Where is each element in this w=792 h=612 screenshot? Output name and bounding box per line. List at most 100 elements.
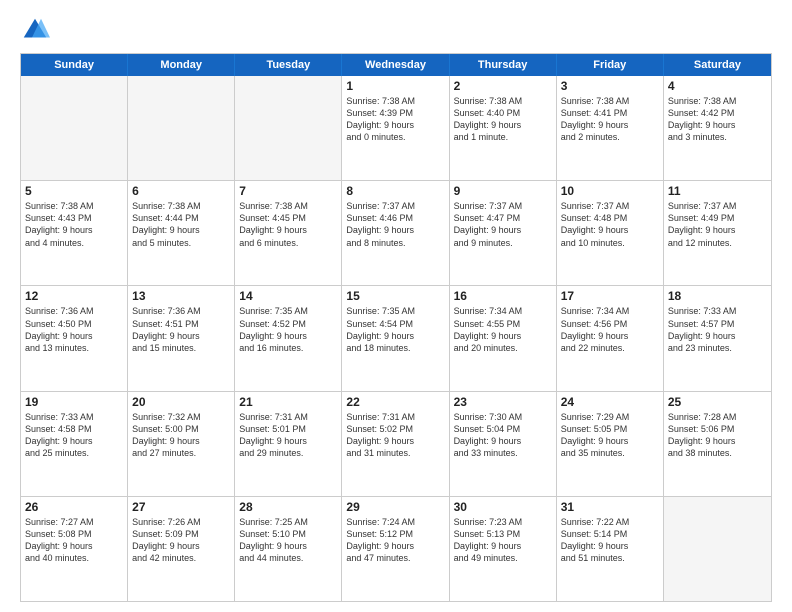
day-number: 21 <box>239 395 337 409</box>
day-info: Sunrise: 7:26 AM Sunset: 5:09 PM Dayligh… <box>132 516 230 565</box>
day-number: 1 <box>346 79 444 93</box>
day-cell-29: 29 Sunrise: 7:24 AM Sunset: 5:12 PM Dayli… <box>342 497 449 601</box>
empty-cell <box>21 76 128 180</box>
day-cell-4: 4 Sunrise: 7:38 AM Sunset: 4:42 PM Daylig… <box>664 76 771 180</box>
day-info: Sunrise: 7:36 AM Sunset: 4:50 PM Dayligh… <box>25 305 123 354</box>
day-cell-8: 8 Sunrise: 7:37 AM Sunset: 4:46 PM Daylig… <box>342 181 449 285</box>
day-info: Sunrise: 7:32 AM Sunset: 5:00 PM Dayligh… <box>132 411 230 460</box>
day-info: Sunrise: 7:35 AM Sunset: 4:54 PM Dayligh… <box>346 305 444 354</box>
day-cell-19: 19 Sunrise: 7:33 AM Sunset: 4:58 PM Dayli… <box>21 392 128 496</box>
day-info: Sunrise: 7:31 AM Sunset: 5:01 PM Dayligh… <box>239 411 337 460</box>
day-cell-2: 2 Sunrise: 7:38 AM Sunset: 4:40 PM Daylig… <box>450 76 557 180</box>
day-cell-7: 7 Sunrise: 7:38 AM Sunset: 4:45 PM Daylig… <box>235 181 342 285</box>
day-cell-16: 16 Sunrise: 7:34 AM Sunset: 4:55 PM Dayli… <box>450 286 557 390</box>
day-info: Sunrise: 7:37 AM Sunset: 4:46 PM Dayligh… <box>346 200 444 249</box>
calendar-row-3: 12 Sunrise: 7:36 AM Sunset: 4:50 PM Dayli… <box>21 285 771 390</box>
calendar: SundayMondayTuesdayWednesdayThursdayFrid… <box>20 53 772 602</box>
day-info: Sunrise: 7:28 AM Sunset: 5:06 PM Dayligh… <box>668 411 767 460</box>
day-number: 28 <box>239 500 337 514</box>
day-info: Sunrise: 7:30 AM Sunset: 5:04 PM Dayligh… <box>454 411 552 460</box>
day-cell-22: 22 Sunrise: 7:31 AM Sunset: 5:02 PM Dayli… <box>342 392 449 496</box>
day-cell-30: 30Sunrise: 7:23 AM Sunset: 5:13 PM Dayli… <box>450 497 557 601</box>
header-day-sunday: Sunday <box>21 54 128 76</box>
empty-cell <box>664 497 771 601</box>
day-info: Sunrise: 7:37 AM Sunset: 4:49 PM Dayligh… <box>668 200 767 249</box>
day-info: Sunrise: 7:34 AM Sunset: 4:56 PM Dayligh… <box>561 305 659 354</box>
day-number: 14 <box>239 289 337 303</box>
day-cell-27: 27 Sunrise: 7:26 AM Sunset: 5:09 PM Dayli… <box>128 497 235 601</box>
day-number: 25 <box>668 395 767 409</box>
day-number: 27 <box>132 500 230 514</box>
day-info: Sunrise: 7:38 AM Sunset: 4:43 PM Dayligh… <box>25 200 123 249</box>
day-info: Sunrise: 7:38 AM Sunset: 4:39 PM Dayligh… <box>346 95 444 144</box>
header-day-wednesday: Wednesday <box>342 54 449 76</box>
calendar-row-1: 1 Sunrise: 7:38 AM Sunset: 4:39 PM Daylig… <box>21 76 771 180</box>
day-number: 3 <box>561 79 659 93</box>
day-cell-3: 3Sunrise: 7:38 AM Sunset: 4:41 PM Daylig… <box>557 76 664 180</box>
day-info: Sunrise: 7:37 AM Sunset: 4:48 PM Dayligh… <box>561 200 659 249</box>
day-number: 19 <box>25 395 123 409</box>
day-number: 23 <box>454 395 552 409</box>
empty-cell <box>128 76 235 180</box>
header-day-friday: Friday <box>557 54 664 76</box>
header-day-thursday: Thursday <box>450 54 557 76</box>
day-info: Sunrise: 7:38 AM Sunset: 4:40 PM Dayligh… <box>454 95 552 144</box>
empty-cell <box>235 76 342 180</box>
day-cell-13: 13 Sunrise: 7:36 AM Sunset: 4:51 PM Dayli… <box>128 286 235 390</box>
day-number: 11 <box>668 184 767 198</box>
header-day-monday: Monday <box>128 54 235 76</box>
day-number: 13 <box>132 289 230 303</box>
day-cell-6: 6 Sunrise: 7:38 AM Sunset: 4:44 PM Daylig… <box>128 181 235 285</box>
day-info: Sunrise: 7:36 AM Sunset: 4:51 PM Dayligh… <box>132 305 230 354</box>
day-number: 6 <box>132 184 230 198</box>
day-number: 12 <box>25 289 123 303</box>
day-info: Sunrise: 7:38 AM Sunset: 4:44 PM Dayligh… <box>132 200 230 249</box>
day-number: 2 <box>454 79 552 93</box>
day-number: 16 <box>454 289 552 303</box>
day-info: Sunrise: 7:33 AM Sunset: 4:58 PM Dayligh… <box>25 411 123 460</box>
day-cell-9: 9Sunrise: 7:37 AM Sunset: 4:47 PM Daylig… <box>450 181 557 285</box>
day-number: 15 <box>346 289 444 303</box>
day-info: Sunrise: 7:38 AM Sunset: 4:42 PM Dayligh… <box>668 95 767 144</box>
day-number: 22 <box>346 395 444 409</box>
day-cell-31: 31 Sunrise: 7:22 AM Sunset: 5:14 PM Dayli… <box>557 497 664 601</box>
day-info: Sunrise: 7:31 AM Sunset: 5:02 PM Dayligh… <box>346 411 444 460</box>
day-info: Sunrise: 7:29 AM Sunset: 5:05 PM Dayligh… <box>561 411 659 460</box>
day-number: 7 <box>239 184 337 198</box>
day-number: 5 <box>25 184 123 198</box>
header-day-tuesday: Tuesday <box>235 54 342 76</box>
day-cell-14: 14Sunrise: 7:35 AM Sunset: 4:52 PM Dayli… <box>235 286 342 390</box>
day-number: 24 <box>561 395 659 409</box>
day-cell-5: 5 Sunrise: 7:38 AM Sunset: 4:43 PM Daylig… <box>21 181 128 285</box>
day-cell-15: 15 Sunrise: 7:35 AM Sunset: 4:54 PM Dayli… <box>342 286 449 390</box>
header-day-saturday: Saturday <box>664 54 771 76</box>
header <box>20 15 772 45</box>
day-info: Sunrise: 7:25 AM Sunset: 5:10 PM Dayligh… <box>239 516 337 565</box>
calendar-header: SundayMondayTuesdayWednesdayThursdayFrid… <box>21 54 771 76</box>
day-cell-26: 26Sunrise: 7:27 AM Sunset: 5:08 PM Dayli… <box>21 497 128 601</box>
day-info: Sunrise: 7:34 AM Sunset: 4:55 PM Dayligh… <box>454 305 552 354</box>
day-cell-23: 23 Sunrise: 7:30 AM Sunset: 5:04 PM Dayli… <box>450 392 557 496</box>
day-cell-25: 25 Sunrise: 7:28 AM Sunset: 5:06 PM Dayli… <box>664 392 771 496</box>
day-info: Sunrise: 7:24 AM Sunset: 5:12 PM Dayligh… <box>346 516 444 565</box>
day-info: Sunrise: 7:27 AM Sunset: 5:08 PM Dayligh… <box>25 516 123 565</box>
day-number: 17 <box>561 289 659 303</box>
day-info: Sunrise: 7:33 AM Sunset: 4:57 PM Dayligh… <box>668 305 767 354</box>
day-cell-17: 17 Sunrise: 7:34 AM Sunset: 4:56 PM Dayli… <box>557 286 664 390</box>
day-info: Sunrise: 7:22 AM Sunset: 5:14 PM Dayligh… <box>561 516 659 565</box>
day-cell-1: 1 Sunrise: 7:38 AM Sunset: 4:39 PM Daylig… <box>342 76 449 180</box>
day-cell-12: 12 Sunrise: 7:36 AM Sunset: 4:50 PM Dayli… <box>21 286 128 390</box>
day-cell-21: 21 Sunrise: 7:31 AM Sunset: 5:01 PM Dayli… <box>235 392 342 496</box>
logo-icon <box>20 15 50 45</box>
day-number: 31 <box>561 500 659 514</box>
day-info: Sunrise: 7:38 AM Sunset: 4:45 PM Dayligh… <box>239 200 337 249</box>
day-number: 29 <box>346 500 444 514</box>
day-cell-24: 24 Sunrise: 7:29 AM Sunset: 5:05 PM Dayli… <box>557 392 664 496</box>
calendar-body: 1 Sunrise: 7:38 AM Sunset: 4:39 PM Daylig… <box>21 76 771 601</box>
page: SundayMondayTuesdayWednesdayThursdayFrid… <box>0 0 792 612</box>
day-number: 4 <box>668 79 767 93</box>
day-cell-28: 28 Sunrise: 7:25 AM Sunset: 5:10 PM Dayli… <box>235 497 342 601</box>
day-number: 8 <box>346 184 444 198</box>
calendar-row-4: 19 Sunrise: 7:33 AM Sunset: 4:58 PM Dayli… <box>21 391 771 496</box>
day-number: 10 <box>561 184 659 198</box>
